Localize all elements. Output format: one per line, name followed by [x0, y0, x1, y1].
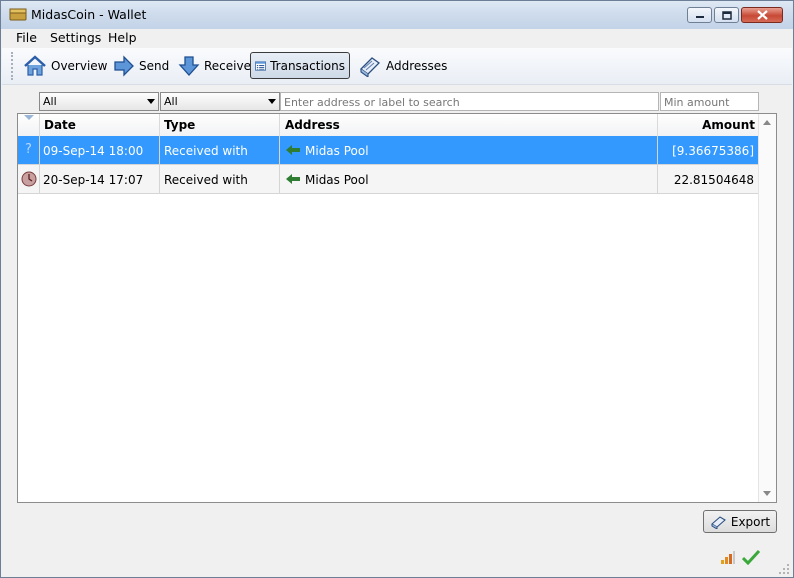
amount-cell: [9.36675386]	[658, 136, 759, 165]
menu-settings[interactable]: Settings	[50, 30, 101, 45]
export-button[interactable]: Export	[703, 510, 777, 533]
addresses-button[interactable]: Addresses	[354, 52, 451, 79]
status-cell	[18, 165, 40, 194]
status-cell: ?	[18, 136, 40, 165]
main-toolbar: Overview Send Receive Transactions Addre…	[2, 48, 792, 85]
minimize-icon	[695, 16, 704, 18]
clock-icon	[21, 171, 37, 187]
table-row[interactable]: ? 09-Sep-14 18:00 Received with Midas Po…	[18, 136, 759, 165]
scroll-up-icon[interactable]	[763, 120, 771, 125]
overview-button[interactable]: Overview	[19, 52, 112, 79]
date-column-header[interactable]: Date	[40, 114, 160, 136]
scroll-down-icon[interactable]	[763, 491, 771, 496]
send-arrow-icon	[114, 54, 134, 77]
vertical-scrollbar[interactable]	[758, 114, 776, 502]
amount-cell: 22.81504648	[658, 165, 759, 194]
address-search-input[interactable]: Enter address or label to search	[280, 92, 659, 111]
transactions-label: Transactions	[270, 58, 345, 73]
date-filter-value: All	[43, 95, 57, 108]
status-column-header[interactable]	[18, 114, 40, 136]
type-cell: Received with	[160, 136, 280, 165]
address-column-header[interactable]: Address	[280, 114, 658, 136]
transactions-list-icon	[255, 60, 266, 71]
address-label: Midas Pool	[305, 173, 369, 187]
minimize-button[interactable]	[687, 7, 712, 23]
amount-column-header[interactable]: Amount	[658, 114, 759, 136]
close-button[interactable]	[741, 7, 783, 23]
menu-help[interactable]: Help	[108, 30, 137, 45]
sort-indicator-icon	[24, 115, 34, 120]
resize-grip-icon[interactable]	[778, 563, 790, 575]
min-amount-input[interactable]: Min amount	[660, 92, 759, 111]
chevron-down-icon	[147, 99, 155, 104]
address-book-icon	[359, 56, 381, 77]
received-arrow-icon	[286, 174, 300, 184]
transactions-button[interactable]: Transactions	[250, 52, 350, 79]
title-bar: MidasCoin - Wallet	[1, 1, 793, 29]
home-icon	[24, 54, 46, 76]
export-label: Export	[730, 514, 771, 529]
synced-checkmark-icon	[742, 549, 760, 565]
send-label: Send	[139, 58, 170, 73]
transactions-page: All All Enter address or label to search…	[9, 89, 781, 543]
menu-file[interactable]: File	[16, 30, 37, 45]
address-cell: Midas Pool	[280, 165, 658, 194]
send-button[interactable]: Send	[109, 52, 173, 79]
address-search-placeholder: Enter address or label to search	[284, 96, 460, 109]
wallet-window: MidasCoin - Wallet File Settings Help Ov	[0, 0, 794, 578]
receive-label: Receive	[204, 58, 251, 73]
date-cell: 20-Sep-14 17:07	[40, 165, 160, 194]
transactions-table: Date Type Address Amount ? 09-Sep-14 18:…	[17, 113, 777, 503]
maximize-button[interactable]	[714, 7, 739, 23]
chevron-down-icon	[268, 99, 276, 104]
min-amount-placeholder: Min amount	[664, 96, 730, 109]
toolbar-grip[interactable]	[11, 52, 16, 80]
table-row[interactable]: 20-Sep-14 17:07 Received with Midas Pool…	[18, 165, 759, 194]
date-filter-dropdown[interactable]: All	[39, 92, 159, 111]
date-cell: 09-Sep-14 18:00	[40, 136, 160, 165]
question-mark-icon: ?	[25, 142, 32, 157]
type-cell: Received with	[160, 165, 280, 194]
window-title: MidasCoin - Wallet	[31, 7, 147, 22]
received-arrow-icon	[286, 145, 300, 155]
maximize-icon	[721, 10, 732, 20]
table-header: Date Type Address Amount	[18, 114, 759, 137]
signal-strength-icon	[721, 551, 735, 564]
close-icon	[756, 10, 768, 20]
status-bar	[2, 545, 792, 577]
menu-bar: File Settings Help	[2, 29, 792, 47]
export-icon	[710, 515, 726, 529]
filter-bar: All All Enter address or label to search…	[9, 92, 781, 112]
address-cell: Midas Pool	[280, 136, 658, 165]
type-filter-dropdown[interactable]: All	[160, 92, 280, 111]
addresses-label: Addresses	[386, 58, 448, 73]
overview-label: Overview	[51, 58, 108, 73]
type-filter-value: All	[164, 95, 178, 108]
type-column-header[interactable]: Type	[160, 114, 280, 136]
receive-button[interactable]: Receive	[174, 52, 255, 79]
address-label: Midas Pool	[305, 144, 369, 158]
wallet-app-icon	[9, 8, 27, 21]
receive-arrow-icon	[178, 55, 200, 76]
